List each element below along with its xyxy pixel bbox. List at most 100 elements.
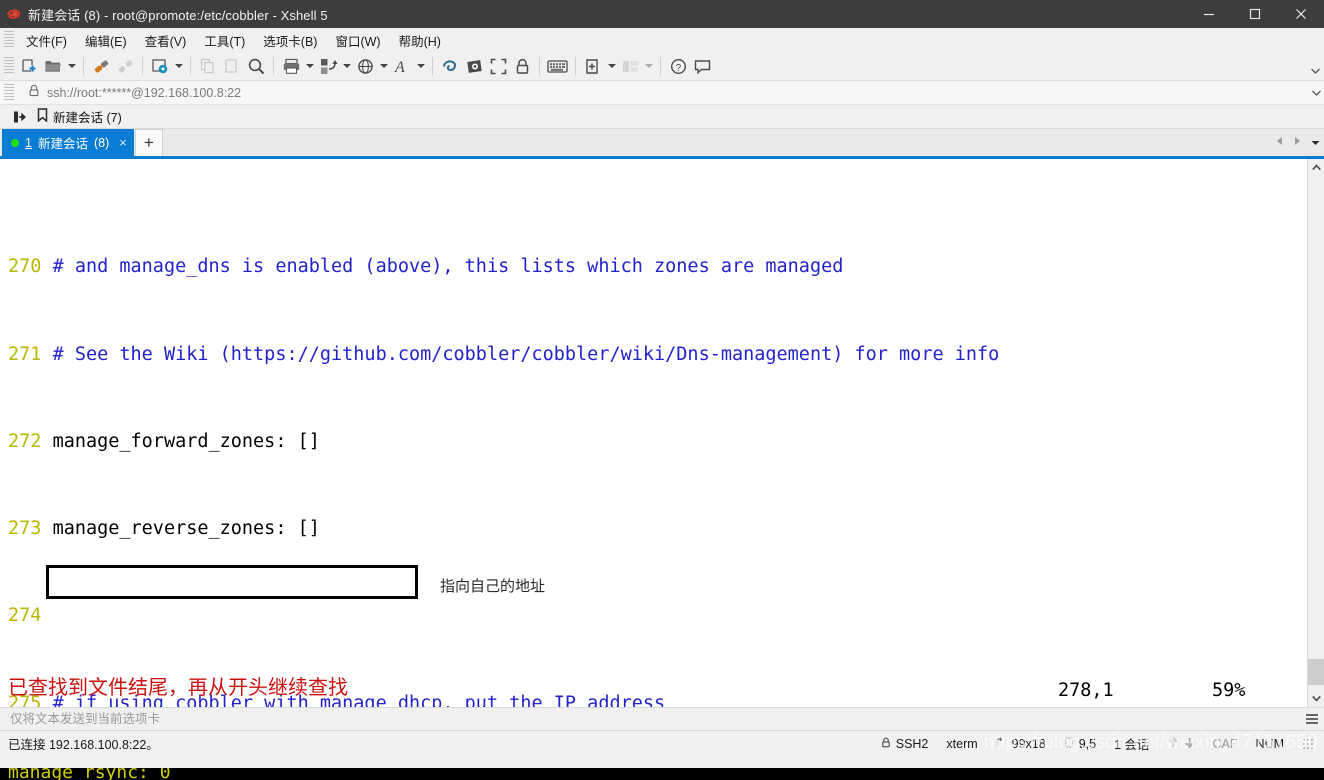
- tab-list-dropdown-icon[interactable]: [1311, 133, 1320, 151]
- tab-scroll-left-icon[interactable]: [1275, 133, 1284, 151]
- address-bar: ssh://root:******@192.168.100.8:22: [0, 81, 1324, 105]
- resize-icon: [996, 736, 1007, 751]
- terminal-size-label: 99x18: [1011, 736, 1046, 751]
- terminal-text: 270 # and manage_dns is enabled (above),…: [0, 159, 1307, 707]
- menu-drag-grip[interactable]: [4, 31, 14, 49]
- cursor-position: 278,1: [1058, 680, 1114, 701]
- protocol-cell: SSH2: [881, 737, 928, 751]
- transfer-dropdown-icon[interactable]: [340, 63, 353, 69]
- compose-bar-icon[interactable]: [545, 54, 570, 78]
- lock-icon[interactable]: [510, 54, 534, 78]
- cursor-icon: [1064, 737, 1074, 751]
- capture-icon[interactable]: [462, 54, 486, 78]
- toolbar-drag-grip[interactable]: [4, 57, 14, 75]
- status-bar-right: SSH2 xterm 99x18 9,5 1 会话 CAF NUM: [881, 734, 1324, 753]
- find-icon[interactable]: [244, 54, 268, 78]
- scroll-up-icon[interactable]: [1308, 159, 1324, 176]
- terminal-line: 274: [8, 601, 1307, 630]
- connection-status: 已连接 192.168.100.8:22。: [8, 738, 159, 752]
- xshell-window: 新建会话 (8) - root@promote:/etc/cobbler - X…: [0, 0, 1324, 780]
- tab-label: 新建会话: [37, 137, 88, 151]
- bookmark-item-session[interactable]: 新建会话 (7): [34, 106, 125, 127]
- font-icon[interactable]: A: [390, 54, 414, 78]
- minimize-button[interactable]: [1186, 0, 1232, 28]
- connect-icon[interactable]: [89, 54, 113, 78]
- line-content: manage_forward_zones: []: [52, 430, 320, 452]
- menu-bar: 文件(F) 编辑(E) 查看(V) 工具(T) 选项卡(B) 窗口(W) 帮助(…: [0, 28, 1324, 52]
- terminal-line: 271 # See the Wiki (https://github.com/c…: [8, 340, 1307, 369]
- terminal-size-cell: 99x18: [996, 737, 1046, 751]
- svg-text:A: A: [394, 59, 405, 76]
- tab-status-dot-icon: [11, 138, 19, 147]
- fullscreen-icon[interactable]: [486, 54, 510, 78]
- menu-tools[interactable]: 工具(T): [195, 29, 254, 52]
- font-dropdown-icon[interactable]: [414, 63, 427, 69]
- session-properties-dropdown-icon[interactable]: [172, 63, 185, 69]
- download-arrow-icon: [1184, 736, 1195, 752]
- help-icon[interactable]: ?: [666, 54, 690, 78]
- transfer-file-icon[interactable]: [316, 54, 340, 78]
- add-pane-icon[interactable]: [581, 54, 605, 78]
- menu-view[interactable]: 查看(V): [136, 29, 196, 52]
- maximize-button[interactable]: [1232, 0, 1278, 28]
- scrollbar-thumb[interactable]: [1308, 659, 1324, 685]
- toolbar-separator: [575, 57, 576, 75]
- arrange-icon: [618, 54, 642, 78]
- resize-grip-icon[interactable]: [1302, 737, 1314, 750]
- menu-file[interactable]: 文件(F): [17, 29, 76, 52]
- cursor-cell: 9,5: [1064, 737, 1096, 751]
- toolbar: A ?: [0, 52, 1324, 81]
- terminal-line: 273 manage_reverse_zones: []: [8, 514, 1307, 543]
- new-tab-button[interactable]: +: [134, 129, 163, 156]
- open-session-icon[interactable]: [8, 107, 28, 126]
- address-drag-grip[interactable]: [4, 83, 14, 102]
- menu-window[interactable]: 窗口(W): [326, 29, 389, 52]
- tab-scroll-right-icon[interactable]: [1293, 133, 1302, 151]
- session-properties-icon[interactable]: [148, 54, 172, 78]
- address-url: ssh://root:******@192.168.100.8:22: [47, 85, 242, 100]
- caps-lock-indicator: CAF: [1212, 736, 1238, 751]
- open-folder-dropdown-icon[interactable]: [65, 63, 78, 69]
- feedback-icon[interactable]: [690, 54, 714, 78]
- new-session-icon[interactable]: [17, 54, 41, 78]
- vim-status-line: 已查找到文件结尾，再从开头继续查找 278,1 59%: [0, 674, 1324, 704]
- menu-edit[interactable]: 编辑(E): [76, 29, 136, 52]
- window-controls: [1186, 0, 1324, 28]
- paste-icon: [220, 54, 244, 78]
- line-number: 274: [8, 605, 42, 627]
- offscreen-text: manage_rsync: 0: [8, 768, 171, 780]
- upload-arrow-icon: [1168, 735, 1179, 752]
- compose-bar-menu-icon[interactable]: [1300, 713, 1324, 725]
- line-content: # See the Wiki (https://github.com/cobbl…: [52, 343, 1000, 365]
- print-dropdown-icon[interactable]: [303, 63, 316, 69]
- scroll-percent: 59%: [1212, 680, 1246, 701]
- terminal-area[interactable]: 270 # and manage_dns is enabled (above),…: [0, 159, 1324, 707]
- terminal-scrollbar[interactable]: [1307, 159, 1324, 707]
- address-input[interactable]: ssh://root:******@192.168.100.8:22: [19, 81, 1308, 104]
- menu-help[interactable]: 帮助(H): [390, 29, 450, 52]
- app-logo-icon: [0, 6, 28, 22]
- open-folder-icon[interactable]: [41, 54, 65, 78]
- web-browser-dropdown-icon[interactable]: [377, 63, 390, 69]
- log-icon[interactable]: [438, 54, 462, 78]
- tab-session-1[interactable]: 1 新建会话 (8) ×: [2, 129, 134, 156]
- toolbar-separator: [273, 57, 274, 75]
- num-lock-indicator: NUM: [1255, 736, 1284, 751]
- arrange-dropdown-icon: [642, 63, 655, 69]
- terminal-type-label: xterm: [946, 736, 978, 751]
- compose-bar: [0, 707, 1324, 730]
- menu-tabs[interactable]: 选项卡(B): [254, 29, 326, 52]
- web-browser-icon[interactable]: [353, 54, 377, 78]
- close-button[interactable]: [1278, 0, 1324, 28]
- add-pane-dropdown-icon[interactable]: [605, 63, 618, 69]
- print-icon[interactable]: [279, 54, 303, 78]
- line-content: # and manage_dns is enabled (above), thi…: [52, 256, 844, 278]
- send-text-input[interactable]: [0, 712, 1300, 726]
- toolbar-overflow-icon[interactable]: [1311, 61, 1320, 79]
- tab-close-icon[interactable]: ×: [119, 136, 127, 149]
- scroll-down-icon[interactable]: [1308, 690, 1324, 707]
- search-wrap-message: 已查找到文件结尾，再从开头继续查找: [8, 677, 348, 699]
- address-dropdown-icon[interactable]: [1308, 90, 1324, 96]
- bookmark-bar: 新建会话 (7): [0, 105, 1324, 129]
- terminal-line: 272 manage_forward_zones: []: [8, 427, 1307, 456]
